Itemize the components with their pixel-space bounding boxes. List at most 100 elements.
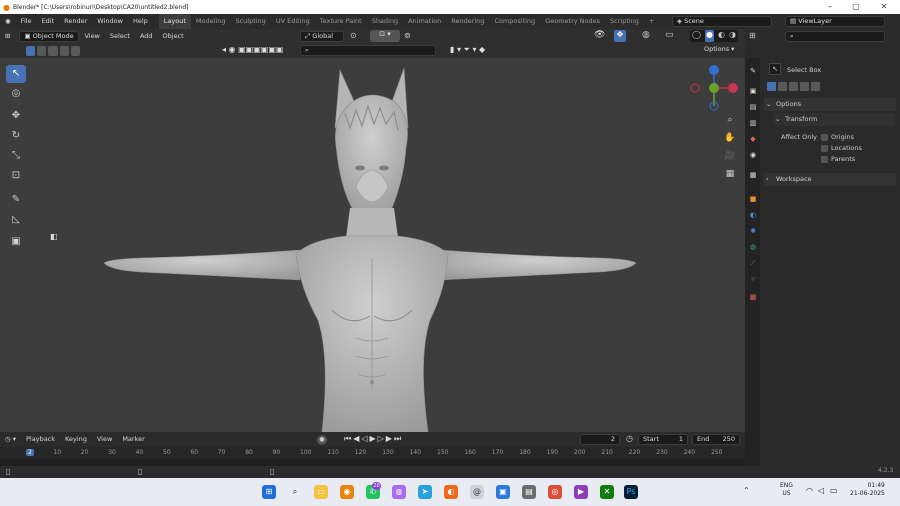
menu-object[interactable]: Object <box>158 29 189 44</box>
clock-area[interactable]: 01:49 21-06-2025 <box>850 482 885 498</box>
tab-geometry-nodes[interactable]: Geometry Nodes <box>540 14 605 29</box>
annotate-tool-icon[interactable]: ✎ <box>6 191 26 209</box>
threads-icon[interactable]: @ <box>470 485 484 499</box>
tool-tab-icon[interactable]: ✎ <box>748 66 758 76</box>
mode-new-icon[interactable] <box>767 82 776 91</box>
view-layer-selector[interactable]: ▤ ViewLayer <box>785 16 885 27</box>
particles-tab-icon[interactable]: ✺ <box>748 226 758 236</box>
volume-icon[interactable]: ◁ <box>818 486 824 495</box>
search-icon[interactable]: ⌕ <box>288 485 302 499</box>
world-tab-icon[interactable]: ◉ <box>748 150 758 160</box>
zoom-icon[interactable]: ⌕ <box>723 113 737 127</box>
menu-add[interactable]: Add <box>135 29 158 44</box>
select-invert-icon[interactable] <box>59 46 69 56</box>
add-workspace-button[interactable]: + <box>644 14 659 29</box>
constraints-tab-icon[interactable]: ⟋ <box>748 258 758 268</box>
menu-timeline-view[interactable]: View <box>92 432 117 447</box>
solid-shading-icon[interactable]: ● <box>704 30 714 42</box>
menu-help[interactable]: Help <box>128 14 153 29</box>
photoshop-icon[interactable]: Ps <box>624 485 638 499</box>
texture-tab-icon[interactable]: ▩ <box>748 292 758 302</box>
3d-viewport[interactable]: ↖ ◎ ✥ ↻ ⤡ ⊡ ✎ ◺ ▣ ◧ ⌕ ✋ 🎥 ▦ <box>0 58 745 432</box>
tab-rendering[interactable]: Rendering <box>446 14 489 29</box>
properties-search-input[interactable]: ⌕ <box>785 31 885 42</box>
perspective-grid-icon[interactable]: ▦ <box>723 167 737 181</box>
visibility-icon[interactable]: 👁 <box>594 30 605 40</box>
rendered-shading-icon[interactable]: ◑ <box>729 30 736 42</box>
options-panel-header[interactable]: ⌄ Options <box>764 98 896 111</box>
overlay-toggle-icon[interactable]: ◍ <box>642 30 650 40</box>
language-indicator[interactable]: ENG US <box>780 482 793 498</box>
transform-orientation[interactable]: ⤢ Global <box>300 31 344 42</box>
scene-tab-icon[interactable]: ◆ <box>748 134 758 144</box>
parents-checkbox[interactable] <box>821 156 828 163</box>
tab-shading[interactable]: Shading <box>367 14 403 29</box>
maximize-button[interactable]: ▢ <box>846 0 866 14</box>
video-editor-icon[interactable]: ▶ <box>574 485 588 499</box>
tab-texture-paint[interactable]: Texture Paint <box>315 14 367 29</box>
clock-icon[interactable]: ◷ <box>626 434 633 443</box>
xray-toggle-icon[interactable]: ▭ <box>665 30 674 40</box>
blender-app-icon[interactable]: ◉ <box>340 485 354 499</box>
menu-playback[interactable]: Playback <box>21 432 60 447</box>
sidebar-toggle-icon[interactable]: ◧ <box>50 232 58 241</box>
pivot-icon[interactable]: ⊙ <box>350 31 357 40</box>
select-new-icon[interactable] <box>26 46 36 56</box>
menu-marker[interactable]: Marker <box>117 432 149 447</box>
camera-view-icon[interactable]: 🎥 <box>723 149 737 163</box>
select-subtract-icon[interactable] <box>48 46 58 56</box>
proportional-edit-icon[interactable]: ⊚ <box>404 31 411 40</box>
tab-layout[interactable]: Layout <box>158 14 191 29</box>
current-frame-field[interactable]: 2 <box>580 434 620 445</box>
start-frame-field[interactable]: Start 1 <box>638 434 688 445</box>
measure-tool-icon[interactable]: ◺ <box>6 211 26 229</box>
origins-checkbox[interactable] <box>821 134 828 141</box>
blender-menu-icon[interactable]: ◉ <box>0 14 16 29</box>
tab-modeling[interactable]: Modeling <box>191 14 231 29</box>
move-tool-icon[interactable]: ✥ <box>6 107 26 125</box>
menu-select[interactable]: Select <box>105 29 135 44</box>
workspace-panel-header[interactable]: › Workspace <box>764 173 896 186</box>
firefox-icon[interactable]: ◐ <box>444 485 458 499</box>
filter-funnel-icon[interactable]: ▮ ▾ ⏷ ▾ ◆ <box>450 45 485 55</box>
playback-controls[interactable]: ⏮◀◁▶▷▶⏭ <box>344 434 403 444</box>
select-extend-icon[interactable] <box>37 46 47 56</box>
locations-checkbox[interactable] <box>821 145 828 152</box>
transform-subpanel-header[interactable]: ⌄ Transform <box>773 113 895 126</box>
menu-file[interactable]: File <box>16 14 37 29</box>
render-tab-icon[interactable]: ▣ <box>748 86 758 96</box>
end-frame-field[interactable]: End 250 <box>692 434 740 445</box>
modifier-tab-icon[interactable]: ◐ <box>748 210 758 220</box>
material-shading-icon[interactable]: ◐ <box>718 30 725 42</box>
mode-intersect-icon[interactable] <box>811 82 820 91</box>
chrome-profile-icon[interactable]: ◍ <box>392 485 406 499</box>
wifi-icon[interactable]: ◠ <box>806 486 813 495</box>
tab-sculpting[interactable]: Sculpting <box>230 14 270 29</box>
chevron-up-icon[interactable]: ⌃ <box>743 486 750 495</box>
image-viewer-icon[interactable]: ▤ <box>522 485 536 499</box>
chrome-icon[interactable]: ◎ <box>548 485 562 499</box>
telegram-icon[interactable]: ➤ <box>418 485 432 499</box>
physics-tab-icon[interactable]: ◍ <box>748 242 758 252</box>
close-button[interactable]: ✕ <box>874 0 894 14</box>
output-tab-icon[interactable]: ▤ <box>748 102 758 112</box>
menu-window[interactable]: Window <box>92 14 128 29</box>
options-dropdown[interactable]: Options ▾ <box>704 45 734 53</box>
select-intersect-icon[interactable] <box>70 46 81 56</box>
mesh-model[interactable] <box>0 58 745 432</box>
menu-keying[interactable]: Keying <box>60 432 92 447</box>
navigation-gizmo[interactable] <box>686 62 742 114</box>
windows-start-icon[interactable]: ⊞ <box>262 485 276 499</box>
tab-uv-editing[interactable]: UV Editing <box>271 14 315 29</box>
file-explorer-icon[interactable]: ▭ <box>314 485 328 499</box>
properties-editor-icon[interactable]: ⊞ <box>749 31 756 40</box>
filter-icons[interactable]: ◂ ◉ ▣▣▣▣▣▣ <box>222 45 283 54</box>
timeline-ruler[interactable]: 2 10 20 30 40 50 60 70 80 90 100 110 120 130 140 150 160… <box>0 447 745 459</box>
tab-compositing[interactable]: Compositing <box>489 14 540 29</box>
transform-tool-icon[interactable]: ⊡ <box>6 167 26 185</box>
timeline-editor-icon[interactable]: ◷ ▾ <box>0 432 21 447</box>
scene-selector[interactable]: ◈ Scene <box>672 16 772 27</box>
editor-type-icon[interactable]: ⊞ <box>0 29 15 44</box>
view-layer-tab-icon[interactable]: ▥ <box>748 118 758 128</box>
timeline-scrubber[interactable] <box>0 459 745 466</box>
